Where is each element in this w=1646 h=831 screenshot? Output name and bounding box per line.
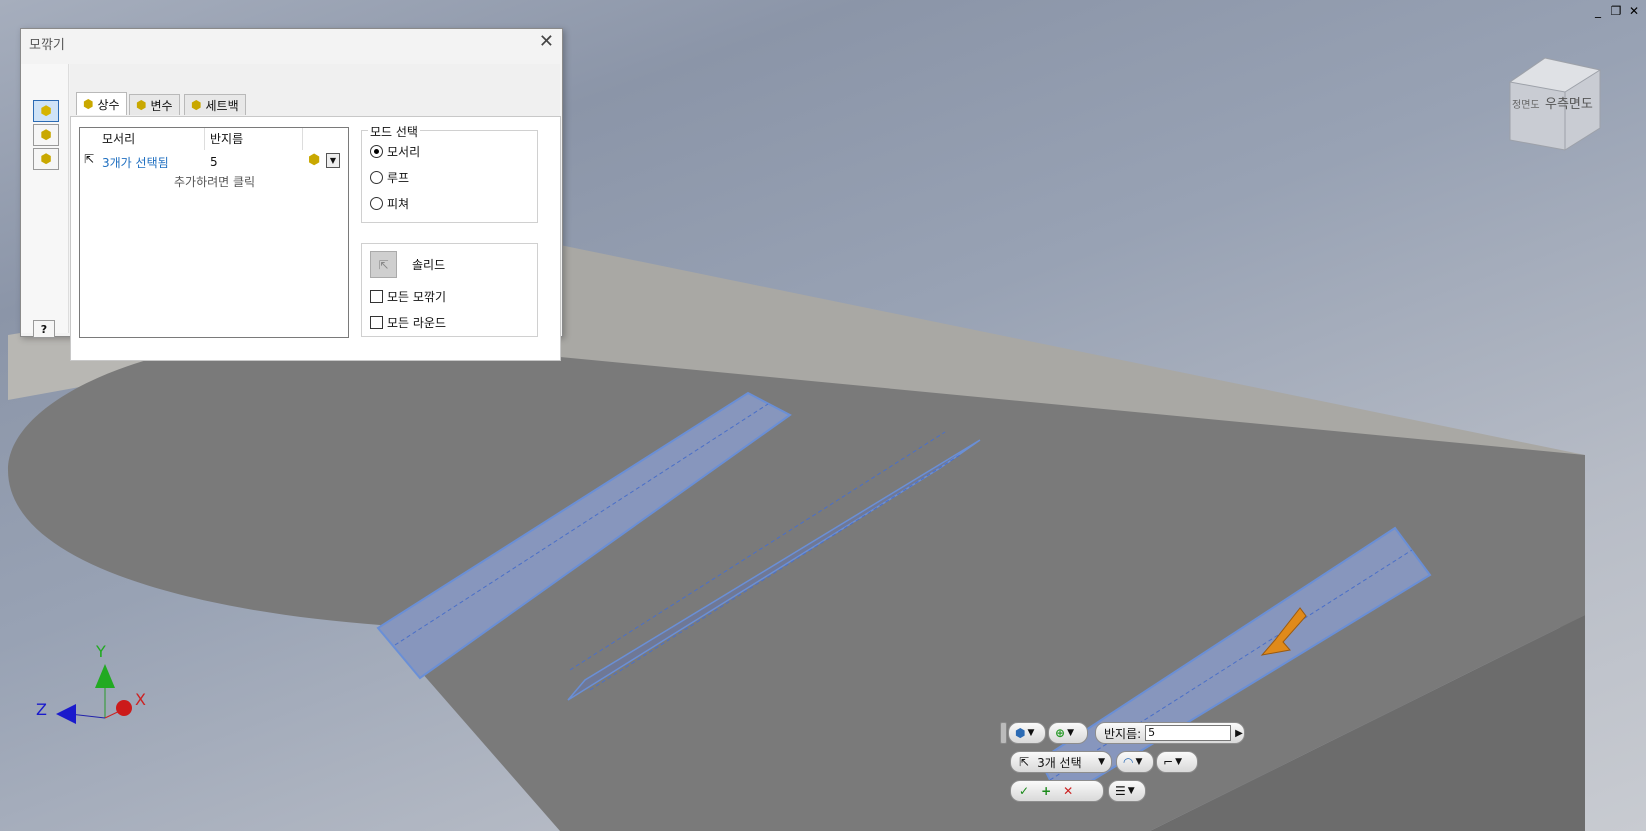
checkbox-label: 모든 라운드 bbox=[387, 316, 447, 330]
face-fillet-icon: ⬢ bbox=[40, 127, 52, 143]
solid-edge-icon[interactable]: ⬢ bbox=[308, 152, 320, 168]
radio-loop[interactable]: 루프 bbox=[370, 169, 409, 186]
radio-feature[interactable]: 피쳐 bbox=[370, 195, 409, 212]
radius-arrow-icon[interactable]: ▶ bbox=[1235, 728, 1243, 739]
all-rounds-checkbox[interactable]: 모든 라운드 bbox=[370, 314, 446, 331]
cancel-button[interactable]: ✕ bbox=[1063, 784, 1073, 798]
list-icon: ☰ bbox=[1115, 784, 1126, 798]
add-icon: ⊕ bbox=[1055, 726, 1066, 740]
radius-field-group: 반지름: 5 ▶ bbox=[1095, 722, 1245, 744]
radio-label: 모서리 bbox=[387, 145, 421, 159]
pointer-icon: ⇱ bbox=[1019, 755, 1030, 769]
apply-button[interactable]: + bbox=[1041, 784, 1051, 798]
radio-edge[interactable]: 모서리 bbox=[370, 143, 420, 160]
radio-circle bbox=[370, 145, 383, 158]
cube-icon: ⬢ bbox=[83, 97, 94, 111]
viewcube-front-label[interactable]: 정면도 bbox=[1512, 96, 1540, 111]
cube-icon: ⬢ bbox=[191, 98, 202, 112]
fillet-icon: ◠ bbox=[1123, 755, 1134, 769]
minitoolbar-grip[interactable] bbox=[1000, 722, 1007, 744]
restore-button[interactable]: ❐ bbox=[1608, 4, 1624, 18]
fillet-type-dropdown[interactable]: ◠ ▼ bbox=[1116, 751, 1154, 773]
solid-mode-dropdown[interactable]: ⬢ ▼ bbox=[1008, 722, 1046, 744]
edge-fillet-button[interactable]: ⬢ bbox=[33, 100, 59, 122]
constant-tab-panel: 모서리 반지름 ⇱ 3개가 선택됨 5 ⬢ ▼ 추가하려면 클릭 모드 선택 모… bbox=[70, 116, 561, 361]
ok-button[interactable]: ✓ bbox=[1019, 784, 1029, 798]
pointer-icon: ⇱ bbox=[378, 257, 389, 272]
tab-constant[interactable]: ⬢ 상수 bbox=[76, 92, 127, 115]
edges-selected-cell[interactable]: 3개가 선택됨 bbox=[102, 154, 169, 171]
tab-setback[interactable]: ⬢ 세트백 bbox=[184, 94, 246, 115]
mode-select-group: 모드 선택 모서리 루프 피쳐 bbox=[361, 123, 538, 223]
mode-select-legend: 모드 선택 bbox=[368, 123, 420, 140]
column-header-edges[interactable]: 모서리 bbox=[96, 128, 205, 150]
options-dropdown[interactable]: ☰ ▼ bbox=[1108, 780, 1146, 802]
face-fillet-button[interactable]: ⬢ bbox=[33, 124, 59, 146]
dialog-body: ⬢ 상수 ⬢ 변수 ⬢ 세트백 모서리 반지름 ⇱ 3개가 선택됨 5 ⬢ ▼ … bbox=[70, 64, 561, 361]
radio-label: 피쳐 bbox=[387, 197, 410, 211]
help-icon: ? bbox=[40, 322, 48, 336]
axis-z-label: Z bbox=[36, 700, 47, 719]
close-window-button[interactable]: ✕ bbox=[1626, 4, 1642, 18]
axis-x-label: X bbox=[135, 690, 146, 709]
add-mode-dropdown[interactable]: ⊕ ▼ bbox=[1048, 722, 1088, 744]
commit-buttons: ✓ + ✕ bbox=[1010, 780, 1104, 802]
corner-style-dropdown[interactable]: ⌐ ▼ bbox=[1156, 751, 1198, 773]
fillet-type-bar: ⬢ ⬢ ⬢ ? bbox=[21, 64, 69, 338]
full-round-fillet-button[interactable]: ⬢ bbox=[33, 148, 59, 170]
cube-icon: ⬢ bbox=[136, 98, 147, 112]
tab-label: 상수 bbox=[97, 97, 120, 112]
all-fillets-checkbox[interactable]: 모든 모깎기 bbox=[370, 288, 446, 305]
radio-label: 루프 bbox=[387, 171, 410, 185]
checkbox-box bbox=[370, 316, 383, 329]
tab-label: 변수 bbox=[150, 98, 173, 113]
dialog-title: 모깎기 bbox=[29, 38, 65, 53]
tab-label: 세트백 bbox=[205, 98, 239, 113]
help-button[interactable]: ? bbox=[33, 320, 55, 338]
selection-dropdown[interactable]: ⇱ 3개 선택 ▼ bbox=[1010, 751, 1112, 773]
edge-radius-table: 모서리 반지름 ⇱ 3개가 선택됨 5 ⬢ ▼ 추가하려면 클릭 bbox=[79, 127, 349, 338]
radius-cell[interactable]: 5 bbox=[210, 155, 218, 169]
solid-label: 솔리드 bbox=[412, 258, 446, 272]
checkbox-box bbox=[370, 290, 383, 303]
checkbox-label: 모든 모깎기 bbox=[387, 290, 447, 304]
solid-select-button[interactable]: ⇱ bbox=[370, 251, 397, 278]
add-edge-hint[interactable]: 추가하려면 클릭 bbox=[174, 173, 255, 190]
radius-label: 반지름: bbox=[1104, 726, 1142, 741]
minimize-button[interactable]: _ bbox=[1590, 4, 1606, 18]
radius-input[interactable]: 5 bbox=[1145, 725, 1232, 741]
tab-variable[interactable]: ⬢ 변수 bbox=[129, 94, 180, 115]
axis-y-label: Y bbox=[96, 642, 106, 661]
viewcube-right-label[interactable]: 우측면도 bbox=[1545, 93, 1593, 112]
pointer-icon: ⇱ bbox=[84, 152, 95, 166]
cube-icon: ⬢ bbox=[40, 103, 52, 119]
radio-circle bbox=[370, 171, 383, 184]
fillet-dialog: 모깎기 ✕ ⬢ ⬢ ⬢ ? ⬢ 상수 ⬢ 변수 ⬢ 세트백 모서리 반지름 ⇱ … bbox=[20, 28, 563, 361]
axis-triad bbox=[56, 664, 132, 724]
cube-icon: ⬢ bbox=[1015, 726, 1026, 740]
solid-group: ⇱ 솔리드 모든 모깎기 모든 라운드 bbox=[361, 243, 538, 337]
full-round-icon: ⬢ bbox=[40, 151, 52, 167]
column-header-radius[interactable]: 반지름 bbox=[204, 128, 303, 150]
chevron-down-icon[interactable]: ▼ bbox=[326, 153, 340, 168]
corner-icon: ⌐ bbox=[1163, 755, 1174, 769]
selection-label: 3개 선택 bbox=[1037, 755, 1082, 770]
dialog-close-button[interactable]: ✕ bbox=[539, 31, 554, 52]
radio-circle bbox=[370, 197, 383, 210]
